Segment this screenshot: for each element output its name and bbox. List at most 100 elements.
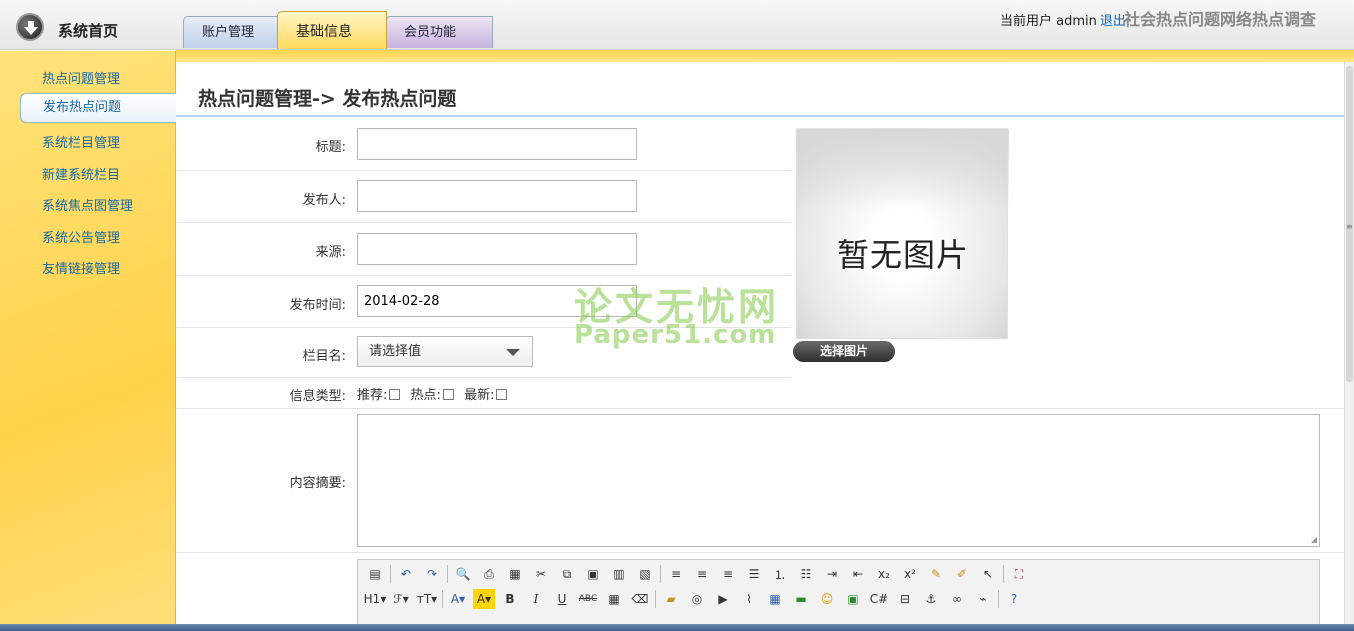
media-icon[interactable]: ▶ — [712, 589, 734, 609]
home-toggle-button[interactable] — [16, 13, 44, 41]
top-header: 系统首页 账户管理 会员功能 基础信息 当前用户 admin 退出 社会热点问题网… — [0, 0, 1354, 50]
home-label[interactable]: 系统首页 — [58, 20, 118, 41]
preview-shade — [797, 129, 1009, 209]
source-input[interactable] — [357, 233, 637, 265]
help-icon[interactable]: ? — [1003, 589, 1025, 609]
horizontal-rule-icon[interactable]: ▦ — [603, 589, 625, 609]
watermark: 论文无忧网 Paper51.com — [574, 276, 779, 350]
italic-icon[interactable]: I — [525, 589, 547, 609]
column-select[interactable]: 请选择值 — [357, 336, 533, 367]
undo-icon[interactable]: ↶ — [395, 564, 417, 584]
emoji-icon[interactable]: ☺ — [816, 589, 838, 609]
recommend-checkbox[interactable] — [389, 389, 401, 400]
logout-link[interactable]: 退出 — [1100, 14, 1126, 29]
column-select-value: 请选择值 — [369, 344, 422, 359]
summary-textarea[interactable]: ◢ — [357, 414, 1320, 547]
sidebar-item-new-column[interactable]: 新建系统栏目 — [42, 164, 120, 183]
heading-icon[interactable]: H1 ▾ — [363, 589, 387, 609]
font-color-text: A — [450, 592, 460, 606]
title-input[interactable] — [357, 128, 637, 160]
hot-checkbox[interactable] — [442, 389, 454, 400]
sidebar-item-links-manage[interactable]: 友情链接管理 — [42, 258, 120, 277]
toolbar-separator — [442, 590, 443, 608]
unlink-icon[interactable]: ⌁ — [972, 589, 994, 609]
align-right-icon[interactable]: ≡ — [717, 564, 739, 584]
align-left-icon[interactable]: ≡ — [665, 564, 687, 584]
copy-icon[interactable]: ⧉ — [556, 564, 578, 584]
form-row-summary: 内容摘要: ◢ — [176, 409, 1344, 553]
highlight-icon[interactable]: A ▾ — [473, 589, 495, 609]
anchor-icon[interactable]: ⚓ — [920, 589, 942, 609]
align-justify-icon[interactable]: ☰ — [743, 564, 765, 584]
latest-checkbox[interactable] — [496, 389, 508, 400]
vertical-scrollbar[interactable]: ≡ — [1344, 62, 1354, 631]
preview-icon[interactable]: 🔍 — [452, 564, 474, 584]
font-color-icon[interactable]: A ▾ — [447, 589, 469, 609]
highlight-text: A — [476, 592, 486, 606]
strikethrough-icon[interactable]: ABC — [577, 589, 599, 609]
ordered-list-icon[interactable]: ⒈ — [769, 564, 791, 584]
source-label: 来源: — [315, 245, 346, 260]
sidebar-item-hot-topic-manage[interactable]: 热点问题管理 — [42, 68, 120, 87]
title-divider — [176, 115, 1344, 117]
publisher-input[interactable] — [357, 180, 637, 212]
scroll-grip-icon: ≡ — [1346, 222, 1353, 231]
table-icon[interactable]: ▦ — [764, 589, 786, 609]
publisher-label: 发布人: — [302, 193, 346, 208]
paste-icon[interactable]: ▣ — [582, 564, 604, 584]
insert-row-icon[interactable]: ▬ — [790, 589, 812, 609]
fullscreen-icon[interactable]: ⛶ — [1008, 564, 1030, 584]
link-icon[interactable]: ∞ — [946, 589, 968, 609]
tab-member[interactable]: 会员功能 — [385, 16, 493, 48]
paste-text-icon[interactable]: ▥ — [608, 564, 630, 584]
print-icon[interactable]: ⎙ — [478, 564, 500, 584]
eraser-icon[interactable]: ⌫ — [629, 589, 651, 609]
tab-basic-info[interactable]: 基础信息 — [277, 11, 387, 49]
resize-grip-icon[interactable]: ◢ — [1311, 535, 1317, 544]
format-select-icon[interactable]: ✐ — [951, 564, 973, 584]
sidebar-item-focus-image-manage[interactable]: 系统焦点图管理 — [42, 195, 133, 214]
page-break-icon[interactable]: ⊟ — [894, 589, 916, 609]
outdent-icon[interactable]: ⇤ — [847, 564, 869, 584]
site-title: 社会热点问题网络热点调查 — [1124, 10, 1317, 29]
indent-icon[interactable]: ⇥ — [821, 564, 843, 584]
arrow-down-icon — [24, 21, 38, 35]
form-row-source: 来源: — [176, 223, 791, 276]
align-center-icon[interactable]: ≡ — [691, 564, 713, 584]
form-row-publisher: 发布人: — [176, 171, 791, 223]
template-icon[interactable]: ▦ — [504, 564, 526, 584]
unordered-list-icon[interactable]: ☷ — [795, 564, 817, 584]
font-family-icon[interactable]: ℱ▾ — [390, 589, 412, 609]
attach-icon[interactable]: ⌇ — [738, 589, 760, 609]
superscript-icon[interactable]: x² — [899, 564, 921, 584]
underline-icon[interactable]: U — [551, 589, 573, 609]
chevron-down-icon — [506, 349, 520, 356]
info-type-checks: 推荐: 热点: 最新: — [357, 384, 513, 403]
main-content: 热点问题管理-> 发布热点问题 标题: 发布人: 来源: 发布时间: 栏目名: … — [176, 62, 1344, 631]
toolbar-separator — [655, 590, 656, 608]
image-icon[interactable]: ▰ — [660, 589, 682, 609]
paste-word-alt-icon[interactable]: ▧ — [634, 564, 656, 584]
bold-icon[interactable]: B — [499, 589, 521, 609]
clear-format-icon[interactable]: ✎ — [925, 564, 947, 584]
heading-text: H1 — [363, 592, 381, 606]
sidebar-item-publish-hot-topic[interactable]: 发布热点问题 — [20, 93, 176, 123]
tab-accounts[interactable]: 账户管理 — [183, 16, 279, 48]
redo-icon[interactable]: ↷ — [421, 564, 443, 584]
flash-icon[interactable]: ◎ — [686, 589, 708, 609]
editor-toolbar-row2: H1 ▾ ℱ▾ тT▾ A ▾ A ▾ B I U ABC ▦ ⌫ ▰ ◎ ▶ ⌇ ▦… — [364, 588, 1029, 610]
sidebar-item-column-manage[interactable]: 系统栏目管理 — [42, 132, 120, 151]
toolbar-separator — [660, 565, 661, 583]
sidebar-item-notice-manage[interactable]: 系统公告管理 — [42, 227, 120, 246]
cut-icon[interactable]: ✂ — [530, 564, 552, 584]
code-icon[interactable]: C# — [868, 589, 890, 609]
subscript-icon[interactable]: x₂ — [873, 564, 895, 584]
font-size-icon[interactable]: тT▾ — [416, 589, 438, 609]
date-label: 发布时间: — [289, 298, 346, 313]
select-all-icon[interactable]: ↖ — [977, 564, 999, 584]
choose-image-button[interactable]: 选择图片 — [793, 341, 895, 362]
hot-label: 热点: — [410, 388, 441, 403]
picture-icon[interactable]: ▣ — [842, 589, 864, 609]
no-image-text: 暂无图片 — [836, 236, 969, 274]
paste-word-icon[interactable]: ▤ — [364, 564, 386, 584]
